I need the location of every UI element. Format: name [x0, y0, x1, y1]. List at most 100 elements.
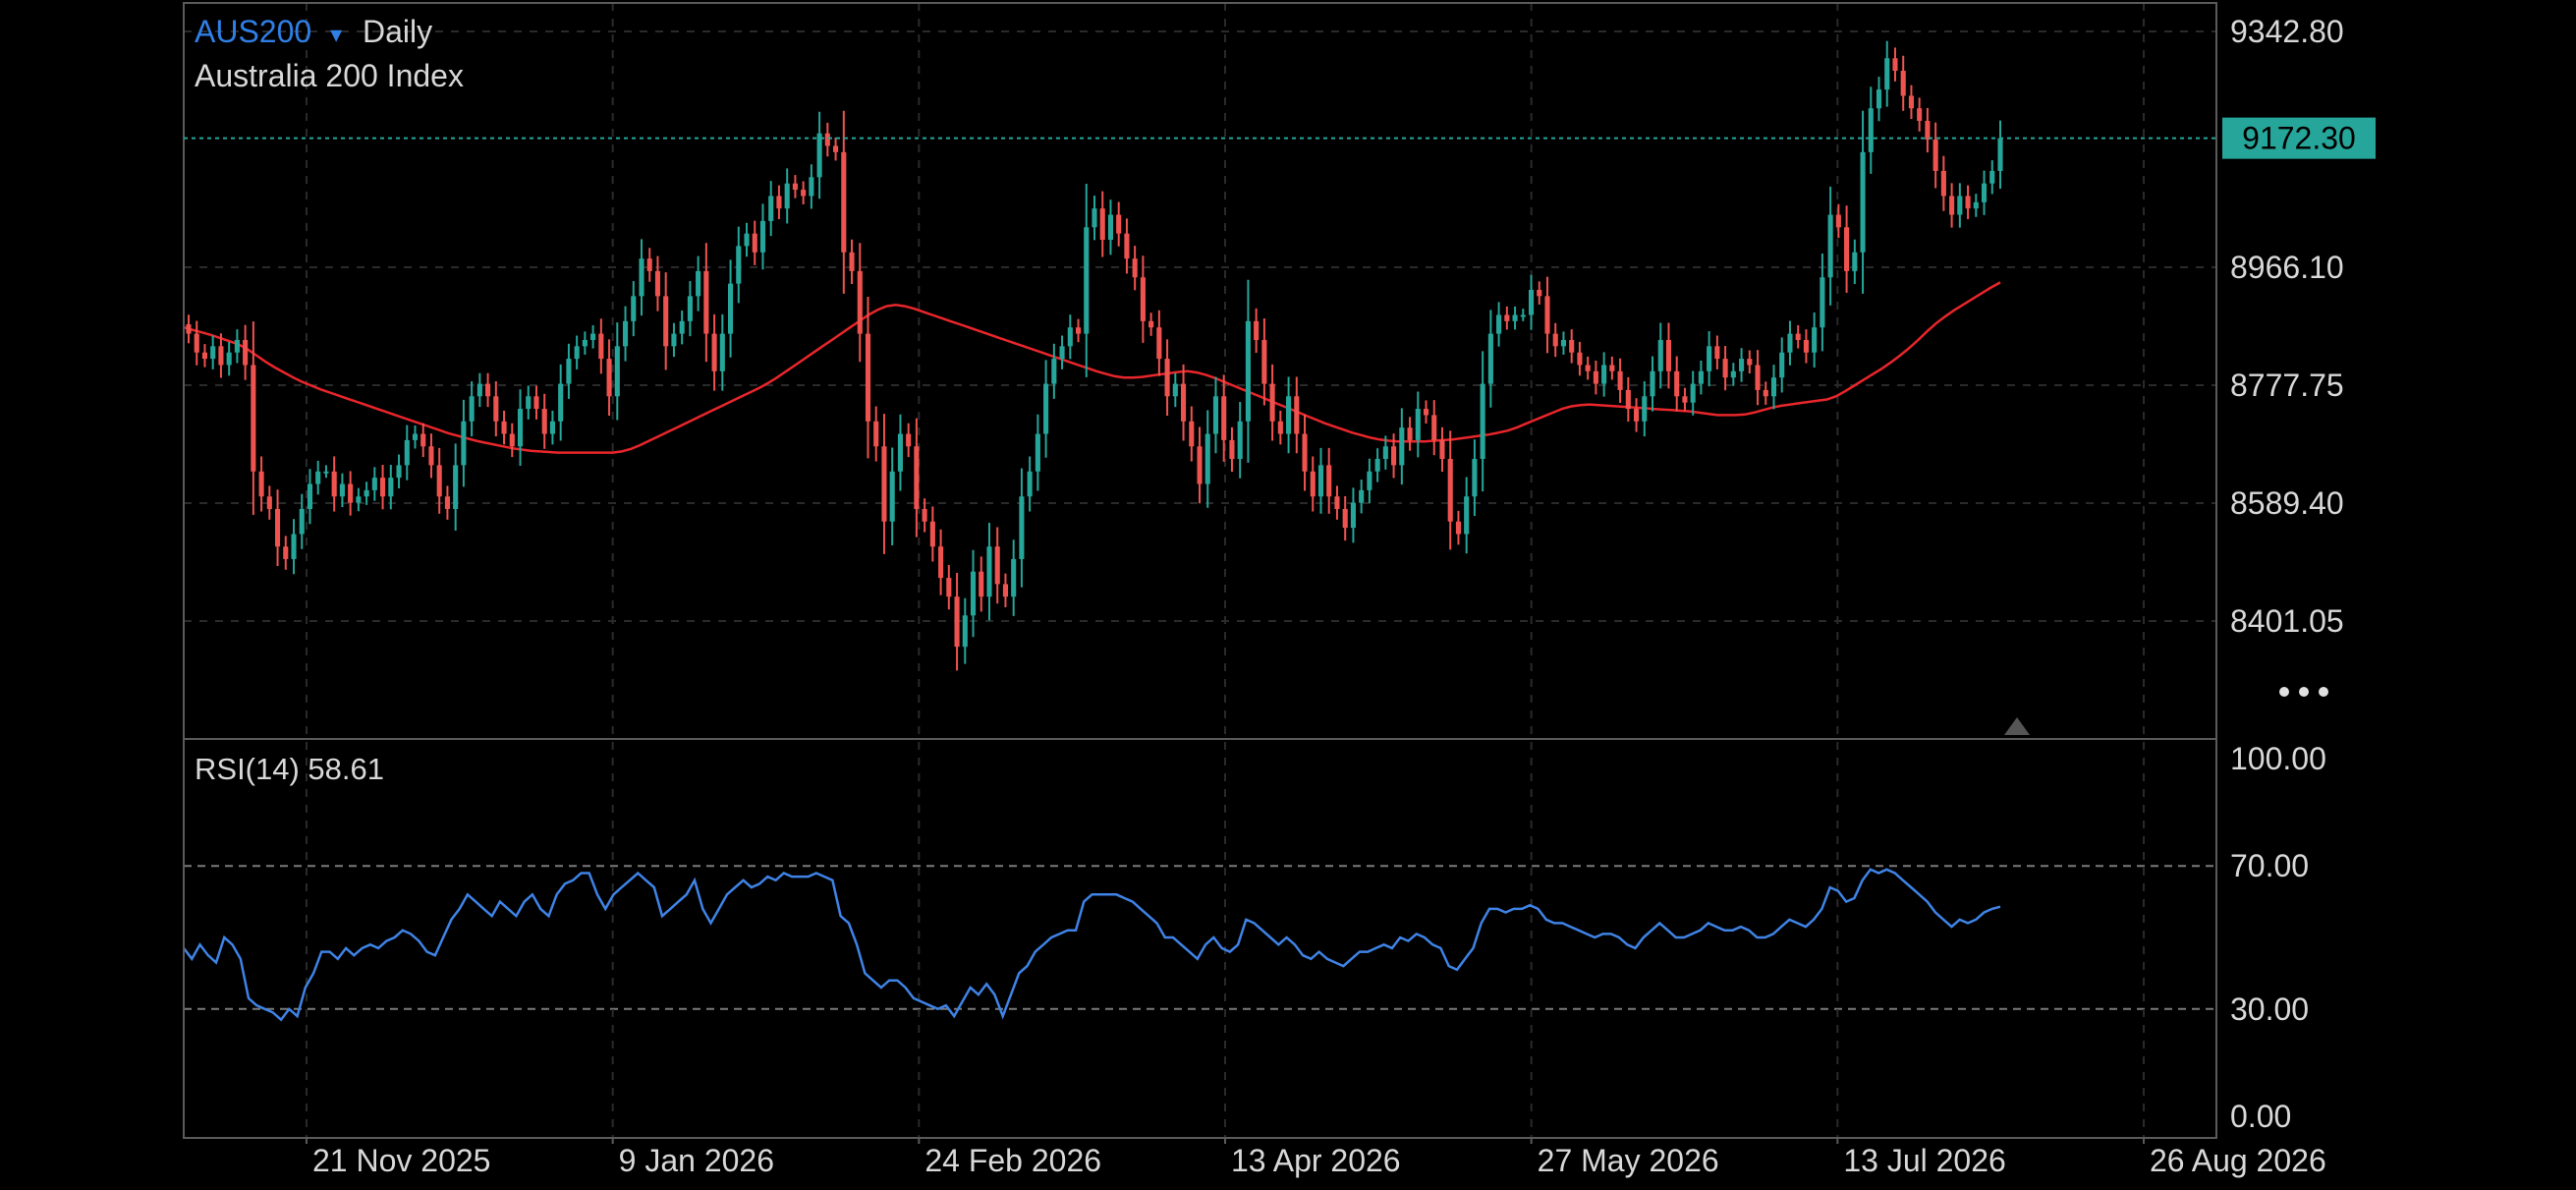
candle-body [348, 483, 354, 503]
candle-body [1221, 396, 1227, 440]
candle-body [1002, 584, 1008, 597]
candle-body [412, 433, 419, 440]
timeframe-label[interactable]: Daily [363, 14, 432, 49]
candle-body [736, 246, 742, 284]
candle-body [1957, 196, 1963, 215]
candle-body [865, 333, 871, 422]
candle-body [833, 145, 839, 152]
instrument-name: Australia 200 Index [195, 58, 464, 93]
candle-body [1391, 446, 1397, 466]
candle-body [1277, 421, 1283, 434]
candle-body [1755, 365, 1761, 390]
candle-body [1601, 365, 1607, 384]
candle-body [1657, 339, 1663, 371]
candle-body [1528, 289, 1535, 315]
candle-body [1148, 320, 1154, 328]
candle-body [1892, 58, 1898, 72]
candle-body [371, 478, 377, 490]
candle-body [1965, 196, 1971, 209]
candle-body [1940, 170, 1946, 197]
candle-body [1949, 196, 1955, 215]
candle-body [1423, 409, 1429, 416]
candle-body [1140, 277, 1146, 321]
candle-body [1294, 396, 1300, 434]
candle-body [1464, 496, 1470, 535]
candle-body [986, 546, 992, 597]
candle-body [501, 421, 507, 434]
chevron-down-icon[interactable]: ▾ [330, 22, 342, 48]
candle-body [1212, 396, 1219, 434]
rsi-label: RSI(14) 58.61 [195, 752, 384, 786]
candle-body [1552, 333, 1558, 347]
candle-body [1682, 396, 1688, 403]
candle-body [881, 446, 887, 522]
candle-body [994, 546, 1000, 585]
candle-body [243, 339, 249, 366]
candle-body [606, 359, 612, 397]
candle-body [1181, 383, 1187, 422]
rsi-axis-tick-label: 30.00 [2230, 992, 2309, 1027]
candle-body [1487, 333, 1493, 384]
candle-body [226, 352, 232, 366]
candle-body [1650, 370, 1655, 397]
candle-body [1204, 433, 1210, 484]
candle-body [1334, 496, 1340, 509]
candle-body [1455, 521, 1461, 535]
candle-body [687, 296, 693, 321]
candle-body [1374, 459, 1380, 472]
candle-body [719, 333, 725, 371]
candle-body [1665, 339, 1672, 371]
background [0, 0, 2576, 1185]
candle-body [1350, 502, 1356, 529]
x-axis-tick-label: 26 Aug 2026 [2150, 1143, 2326, 1178]
candle-body [1399, 427, 1405, 466]
candle-body [1092, 208, 1097, 228]
candle-body [1027, 471, 1033, 497]
candle-body [663, 296, 669, 347]
candle-body [1569, 339, 1575, 353]
candle-body [1512, 314, 1518, 321]
candle-body [1795, 333, 1801, 340]
candle-body [1707, 346, 1712, 371]
candle-body [1261, 339, 1267, 384]
candle-body [938, 546, 944, 579]
candle-body [1132, 258, 1138, 278]
chart-canvas[interactable]: 9342.80 8966.10 8777.75 8589.40 8401.05 100.0… [0, 0, 2576, 1185]
candle-body [671, 333, 677, 347]
candle-body [1544, 296, 1550, 334]
candle-body [1520, 314, 1526, 317]
candle-body [1537, 289, 1542, 297]
symbol-selector[interactable]: AUS200 ▾ Daily [195, 14, 432, 49]
candle-body [1997, 138, 2003, 171]
more-dot [2299, 687, 2309, 697]
chart-app: 9342.80 8966.10 8777.75 8589.40 8401.05 100.0… [0, 0, 2576, 1185]
candle-body [1172, 383, 1178, 397]
candle-body [784, 183, 790, 209]
y-axis-tick-label: 8401.05 [2230, 603, 2344, 639]
candle-body [444, 496, 450, 509]
candle-body [1763, 389, 1768, 397]
y-axis-tick-label: 8777.75 [2230, 368, 2344, 403]
more-dot [2319, 687, 2328, 697]
candle-body [1925, 120, 1931, 141]
x-axis-tick-label: 24 Feb 2026 [924, 1143, 1101, 1178]
candle-body [1803, 339, 1809, 353]
candle-body [1917, 108, 1923, 121]
candle-body [566, 359, 572, 384]
candle-body [1625, 389, 1631, 410]
more-horizontal-icon[interactable] [2279, 687, 2328, 697]
candle-body [436, 465, 442, 497]
candle-body [1382, 446, 1388, 460]
symbol-label[interactable]: AUS200 [195, 14, 311, 49]
x-axis-tick-label: 27 May 2026 [1538, 1143, 1719, 1178]
more-dot [2279, 687, 2289, 697]
candle-body [711, 333, 717, 371]
candle-body [218, 346, 224, 366]
candle-body [1099, 208, 1105, 241]
candle-body [1011, 558, 1017, 597]
candle-body [251, 365, 256, 472]
candle-body [897, 433, 903, 472]
candle-body [428, 446, 434, 466]
rsi-axis-tick-label: 100.00 [2230, 741, 2326, 776]
candle-body [922, 508, 927, 522]
